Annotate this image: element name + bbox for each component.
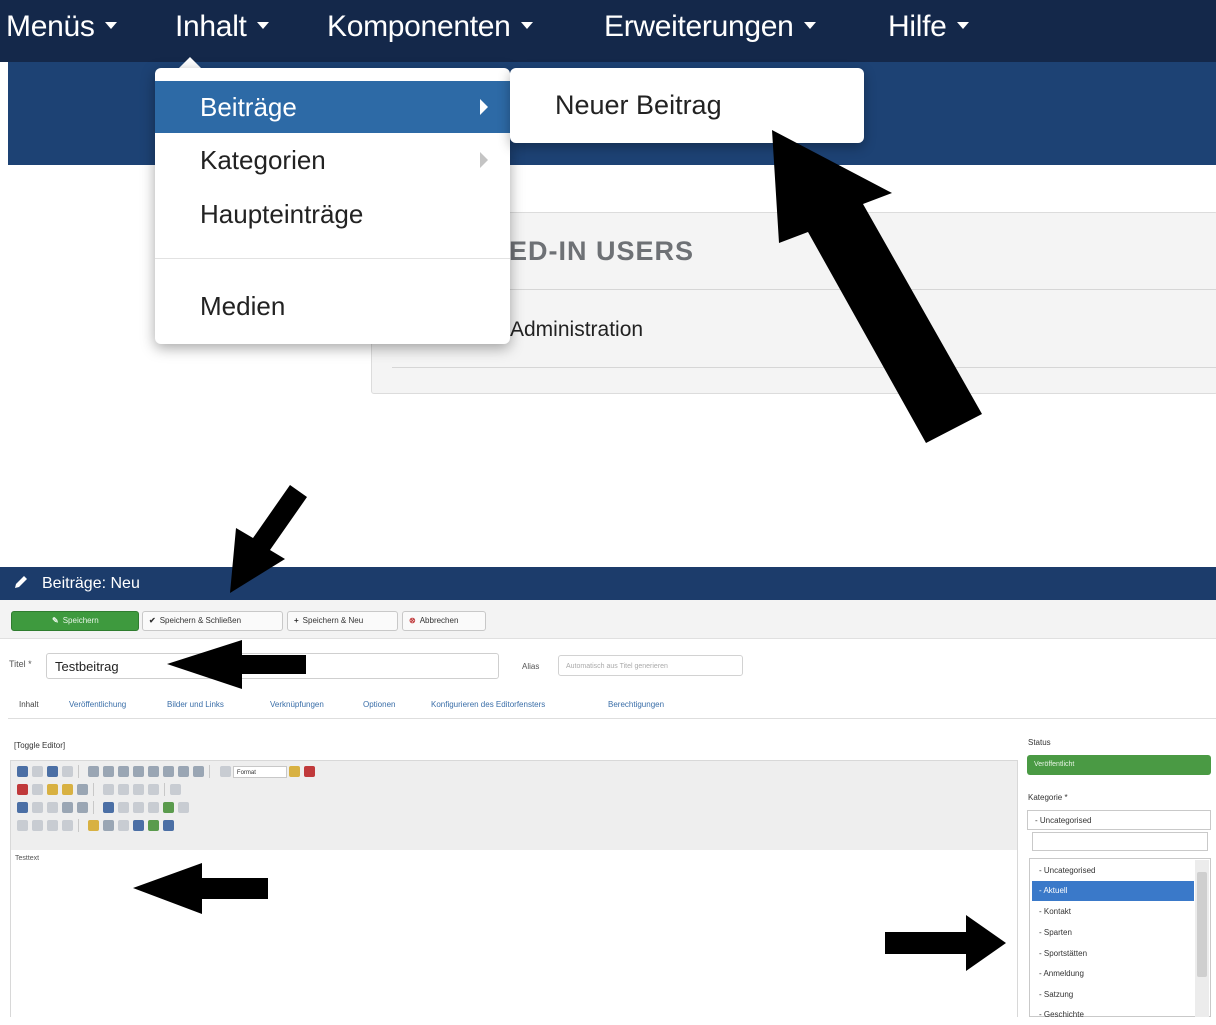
arrow-icon <box>772 130 982 443</box>
arrow-icon <box>885 915 1006 971</box>
arrow-icon <box>167 640 306 689</box>
arrow-icon <box>230 485 307 593</box>
annotation-arrows <box>133 130 1006 971</box>
arrow-icon <box>133 863 268 914</box>
